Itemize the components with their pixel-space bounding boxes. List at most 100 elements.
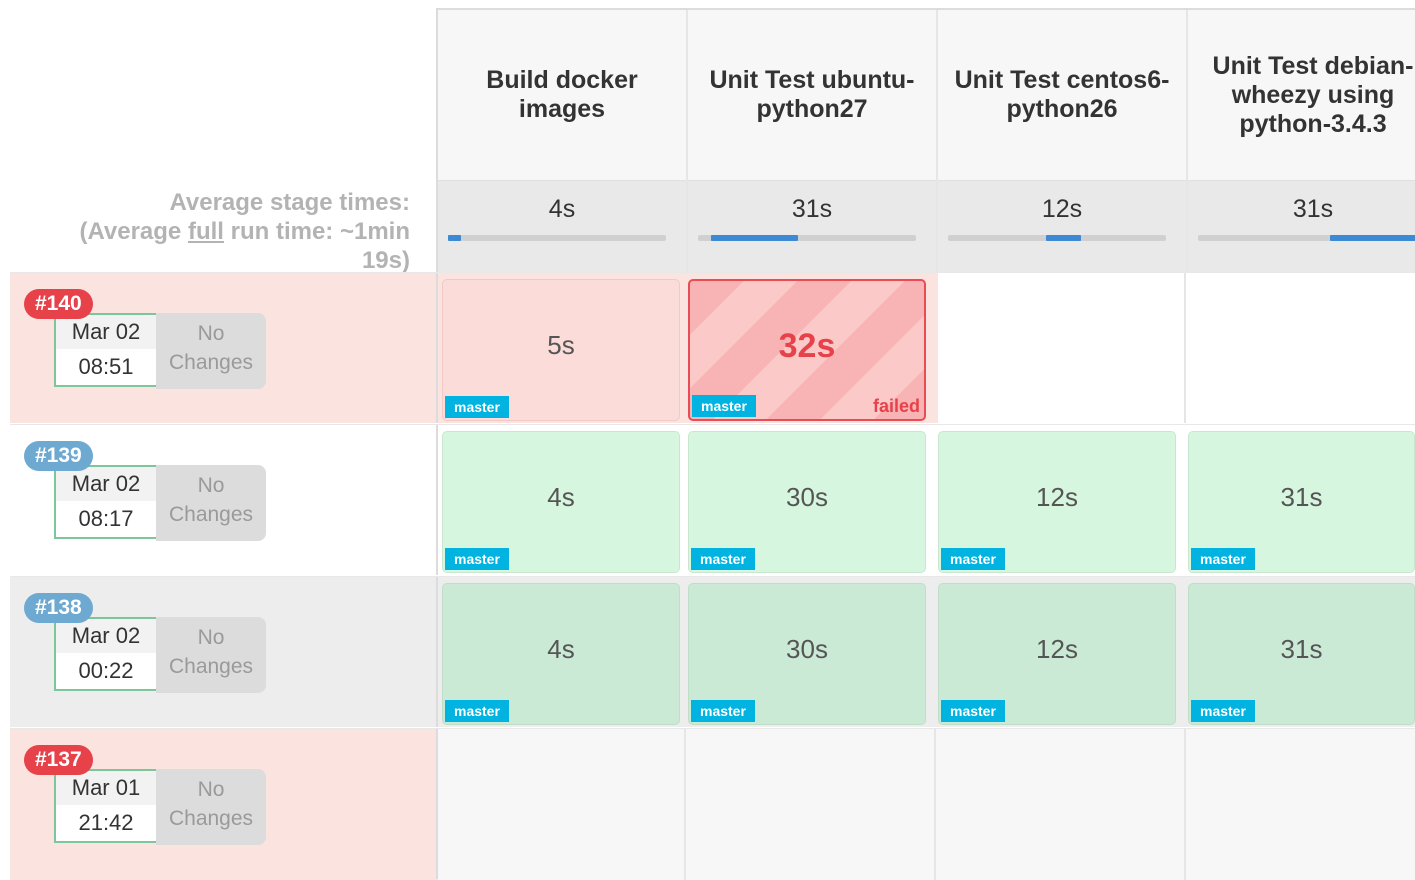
stage-cell[interactable]: 30s master — [688, 431, 926, 573]
stage-header-build-docker-images[interactable]: Build docker images 4s — [438, 10, 688, 275]
column-divider — [934, 729, 936, 880]
build-number-badge[interactable]: #140 — [24, 289, 93, 319]
average-run-time-line-end: 19s) — [361, 247, 410, 274]
changes-label-line2: Changes — [168, 655, 254, 678]
build-info: #140 Mar 02 08:51 No Changes — [10, 273, 436, 423]
build-time: 08:51 — [78, 354, 134, 379]
build-info: #138 Mar 02 00:22 No Changes — [10, 577, 436, 727]
stage-average-time: 12s — [1041, 195, 1083, 223]
changes-label-line2: Changes — [168, 807, 254, 830]
changes-button[interactable]: No Changes — [156, 769, 266, 845]
build-date-box[interactable]: Mar 02 08:51 — [54, 313, 158, 387]
build-date: Mar 02 — [56, 315, 156, 349]
stage-cell-failed[interactable]: 32s master failed — [688, 279, 926, 421]
stage-header-unit-test-centos6[interactable]: Unit Test centos6-python26 12s — [938, 10, 1188, 275]
branch-tag: master — [941, 548, 1005, 570]
stage-cell-time: 12s — [1036, 482, 1078, 512]
stage-average: 12s — [938, 180, 1186, 275]
full-run-link[interactable]: full — [188, 218, 224, 245]
branch-tag: master — [691, 700, 755, 722]
stage-progress-track — [448, 235, 666, 241]
stage-cell[interactable]: 5s master — [442, 279, 680, 421]
changes-button[interactable]: No Changes — [156, 313, 266, 389]
stage-header-area: Build docker images 4s Unit Test ubuntu-… — [436, 8, 1415, 275]
column-divider — [684, 729, 686, 880]
changes-label-line2: Changes — [168, 503, 254, 526]
stage-progress-fill — [448, 235, 462, 241]
changes-label-line1: No — [197, 322, 225, 345]
stage-cell-time: 31s — [1280, 482, 1323, 512]
build-info: #139 Mar 02 08:17 No Changes — [10, 425, 436, 575]
stage-average-time: 31s — [1292, 195, 1334, 223]
branch-tag: master — [1191, 700, 1255, 722]
changes-label-line1: No — [197, 626, 225, 649]
branch-tag: master — [941, 700, 1005, 722]
branch-tag: master — [445, 396, 509, 418]
average-stage-times-label: Average stage times: (Average full run t… — [10, 188, 410, 275]
stage-cell-time: 4s — [547, 482, 575, 512]
build-time: 21:42 — [78, 810, 134, 835]
stage-name: Unit Test ubuntu-python27 — [709, 66, 915, 123]
changes-label-line1: No — [197, 778, 225, 801]
stage-cell[interactable]: 31s master — [1188, 431, 1415, 573]
stage-progress-fill — [1330, 235, 1415, 241]
column-divider — [1184, 729, 1186, 880]
stage-name: Unit Test debian-wheezy using python-3.4… — [1212, 51, 1414, 138]
stage-cell[interactable]: 12s master — [938, 431, 1176, 573]
build-date: Mar 01 — [56, 771, 156, 805]
stage-cell-time: 31s — [1280, 634, 1323, 664]
changes-label-line1: No — [197, 474, 225, 497]
stage-average: 31s — [1188, 180, 1415, 275]
stage-cell[interactable]: 31s master — [1188, 583, 1415, 725]
build-date: Mar 02 — [56, 619, 156, 653]
empty-stage-area — [938, 273, 1415, 423]
build-row-139: #139 Mar 02 08:17 No Changes 4s master 3… — [10, 424, 1415, 575]
stage-header-unit-test-ubuntu[interactable]: Unit Test ubuntu-python27 31s — [688, 10, 938, 275]
stage-average-time: 4s — [548, 195, 576, 223]
column-divider — [1184, 273, 1186, 423]
stage-cell[interactable]: 30s master — [688, 583, 926, 725]
row-divider — [436, 273, 438, 423]
row-divider — [436, 425, 438, 575]
stage-progress-fill — [711, 235, 799, 241]
empty-stage-area — [438, 729, 1415, 880]
stage-cell-time: 5s — [547, 330, 575, 360]
build-number-badge[interactable]: #139 — [24, 441, 93, 471]
branch-tag: master — [445, 700, 509, 722]
stage-cell[interactable]: 4s master — [442, 583, 680, 725]
build-row-137: #137 Mar 01 21:42 No Changes — [10, 728, 1415, 880]
stage-name: Unit Test centos6-python26 — [954, 66, 1170, 123]
branch-tag: master — [1191, 548, 1255, 570]
stage-cell-time: 12s — [1036, 634, 1078, 664]
stage-progress-track — [698, 235, 916, 241]
build-info: #137 Mar 01 21:42 No Changes — [10, 729, 436, 879]
stage-header-unit-test-debian[interactable]: Unit Test debian-wheezy using python-3.4… — [1188, 10, 1415, 275]
stage-progress-track — [948, 235, 1166, 241]
build-date: Mar 02 — [56, 467, 156, 501]
stage-progress-track — [1198, 235, 1415, 241]
stage-progress-fill — [1046, 235, 1081, 241]
stage-average-time: 31s — [791, 195, 833, 223]
stage-cell-time: 32s — [778, 327, 836, 365]
stage-cell-time: 4s — [547, 634, 575, 664]
average-stage-times-heading: Average stage times: — [169, 189, 410, 216]
stage-cell[interactable]: 12s master — [938, 583, 1176, 725]
stage-average: 4s — [438, 180, 686, 275]
changes-button[interactable]: No Changes — [156, 617, 266, 693]
build-date-box[interactable]: Mar 01 21:42 — [54, 769, 158, 843]
stage-cell-time: 30s — [786, 482, 828, 512]
stage-cell-time: 30s — [786, 634, 828, 664]
stage-cell[interactable]: 4s master — [442, 431, 680, 573]
build-date-box[interactable]: Mar 02 08:17 — [54, 465, 158, 539]
build-date-box[interactable]: Mar 02 00:22 — [54, 617, 158, 691]
changes-label-line2: Changes — [168, 351, 254, 374]
build-time: 08:17 — [78, 506, 134, 531]
build-number-badge[interactable]: #137 — [24, 745, 93, 775]
branch-tag: master — [445, 548, 509, 570]
changes-button[interactable]: No Changes — [156, 465, 266, 541]
average-run-time-line: (Average full run time: ~1min — [79, 218, 410, 245]
build-time: 00:22 — [78, 658, 134, 683]
build-number-badge[interactable]: #138 — [24, 593, 93, 623]
branch-tag: master — [692, 395, 756, 417]
failed-status-label: failed — [872, 396, 920, 416]
